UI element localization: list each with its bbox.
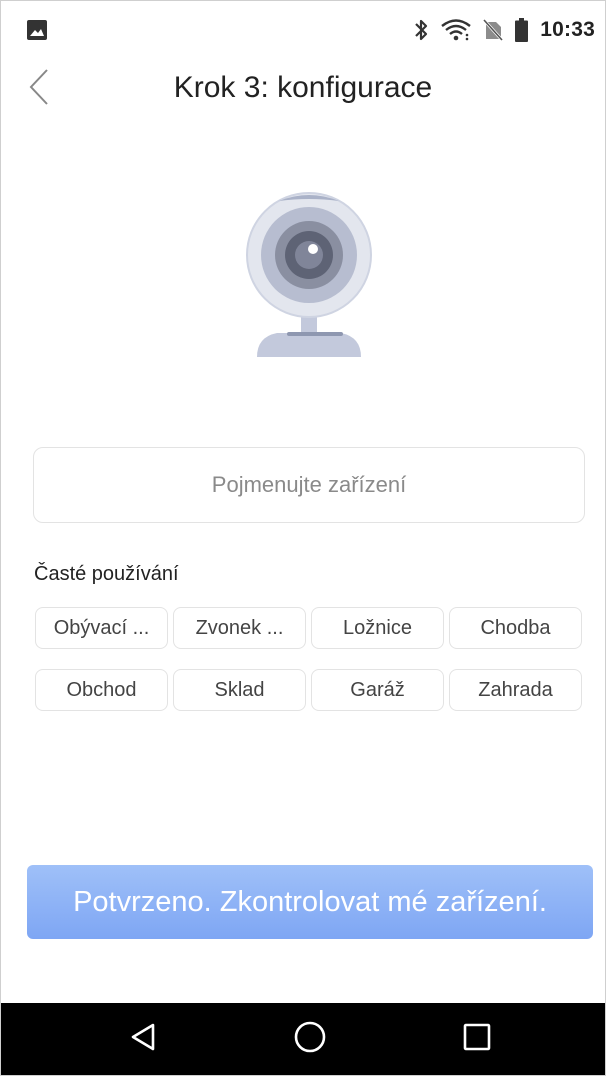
nav-recents-button[interactable]	[427, 1003, 527, 1075]
battery-icon	[515, 18, 529, 42]
device-name-input[interactable]	[34, 447, 584, 523]
chip-obyvaci[interactable]: Obývací ...	[35, 607, 168, 649]
common-use-chips: Obývací ... Zvonek ... Ložnice Chodba Ob…	[35, 607, 583, 711]
common-use-label: Časté používání	[34, 563, 179, 585]
square-recents-icon	[462, 1022, 492, 1057]
chip-zvonek[interactable]: Zvonek ...	[173, 607, 306, 649]
chip-sklad[interactable]: Sklad	[173, 669, 306, 711]
status-bar: 10:33	[1, 1, 605, 59]
page-title: Krok 3: konfigurace	[173, 71, 433, 104]
image-notification-icon	[27, 20, 47, 40]
chip-loznice[interactable]: Ložnice	[311, 607, 444, 649]
no-sim-icon	[483, 19, 504, 41]
screen: 10:33 Krok 3: konfigurace Pojmenujte zař…	[0, 0, 606, 1076]
chip-zahrada[interactable]: Zahrada	[449, 669, 582, 711]
device-name-field[interactable]	[33, 447, 585, 523]
confirm-button[interactable]: Potvrzeno. Zkontrolovat mé zařízení.	[27, 865, 593, 939]
nav-home-button[interactable]	[260, 1003, 360, 1075]
header: Krok 3: konfigurace	[1, 59, 605, 121]
status-icons: 10:33	[413, 15, 595, 45]
chip-garaz[interactable]: Garáž	[311, 669, 444, 711]
chip-chodba[interactable]: Chodba	[449, 607, 582, 649]
triangle-back-icon	[129, 1022, 157, 1057]
chip-obchod[interactable]: Obchod	[35, 669, 168, 711]
circle-home-icon	[293, 1020, 327, 1059]
nav-back-button[interactable]	[93, 1003, 193, 1075]
navigation-bar	[1, 1003, 605, 1075]
bluetooth-icon	[413, 18, 429, 42]
status-time: 10:33	[540, 18, 595, 41]
wifi-icon	[441, 19, 472, 41]
webcam-icon	[237, 187, 381, 363]
